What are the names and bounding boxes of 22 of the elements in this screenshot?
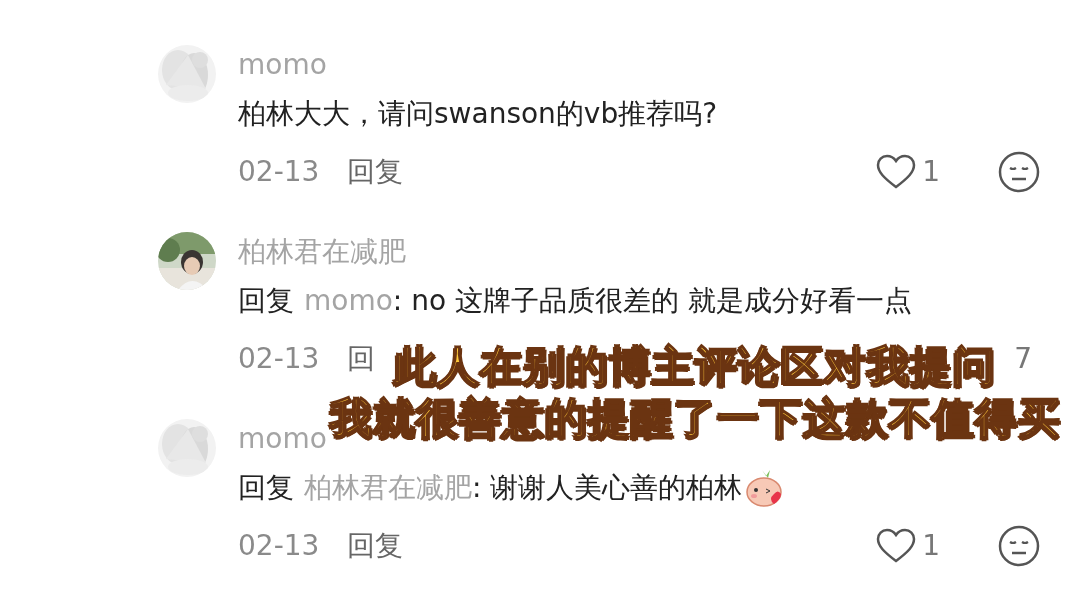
reply-link[interactable]: 回 (347, 338, 376, 380)
face-icon[interactable] (998, 525, 1040, 567)
reply-link[interactable]: 回复 (347, 151, 404, 193)
like-count: 1 (922, 528, 940, 564)
like-count: 1 (922, 154, 940, 190)
comment-date: 02-13 (238, 154, 320, 190)
like-icon[interactable] (876, 154, 917, 190)
comment-text: 柏林大大，请问swanson的vb推荐吗? (238, 96, 718, 132)
reply-prefix: 回复 (238, 470, 294, 506)
face-icon[interactable] (998, 151, 1040, 193)
username: momo (238, 47, 328, 83)
reply-link[interactable]: 回复 (347, 525, 404, 567)
comment-text: : no 这牌子品质很差的 就是成分好看一点 (392, 283, 912, 319)
username: 柏林君在减肥 (238, 234, 407, 270)
comment-date: 02-13 (238, 341, 320, 377)
caption-text: 我就很善意的提醒了一下这款不值得买 (329, 392, 1061, 444)
comment-date: 02-13 (238, 528, 320, 564)
like-icon[interactable] (876, 528, 917, 564)
reply-prefix: 回复 (238, 283, 294, 319)
comment-text: : 谢谢人美心善的柏林 (472, 470, 743, 506)
caption-text: 此人在别的博主评论区对我提问 (394, 340, 996, 392)
like-count: 7 (1014, 341, 1032, 377)
